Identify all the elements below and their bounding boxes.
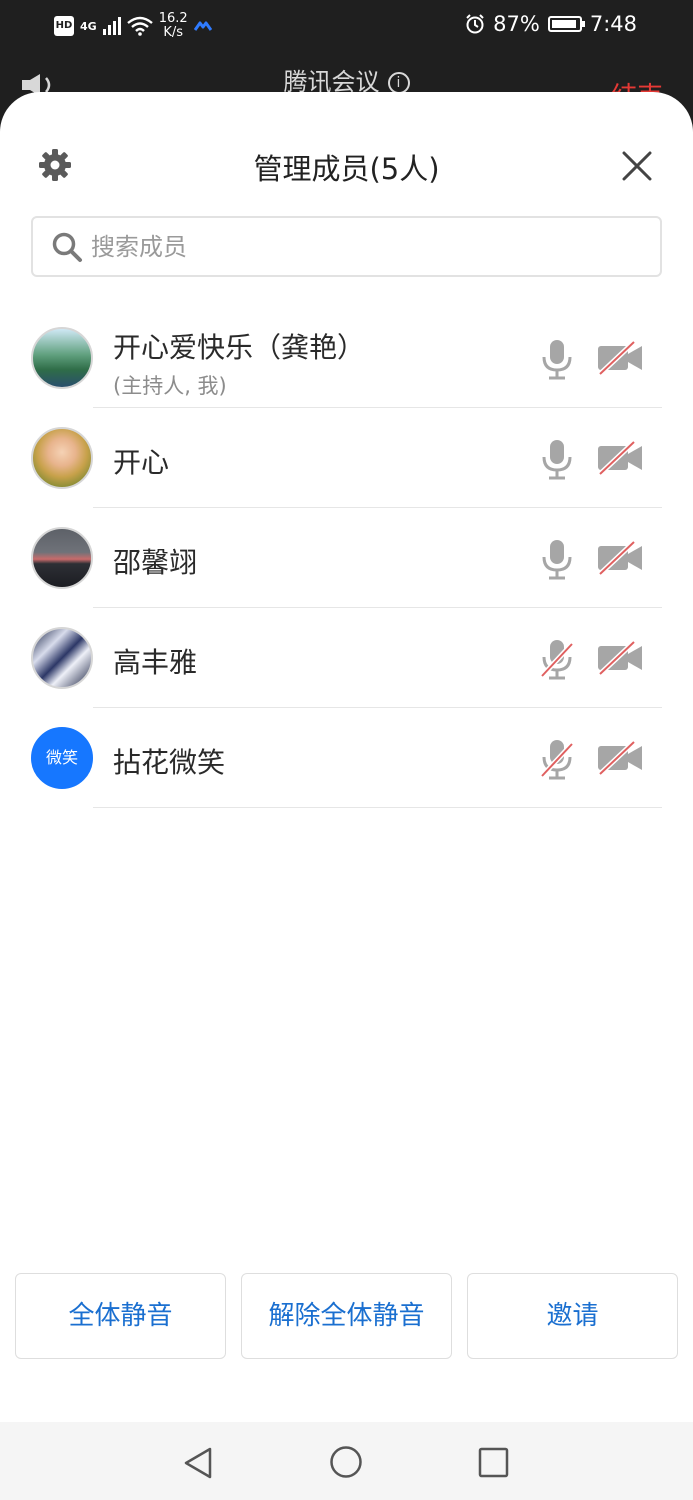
camera-off-icon[interactable] (596, 340, 646, 376)
system-nav-bar (0, 1422, 693, 1500)
mute-all-button[interactable]: 全体静音 (15, 1273, 226, 1359)
member-name: 开心爱快乐（龚艳） (113, 331, 366, 364)
avatar (31, 427, 93, 489)
avatar (31, 627, 93, 689)
member-row[interactable]: 邵馨翊 (0, 508, 693, 608)
camera-off-icon[interactable] (596, 640, 646, 676)
recent-apps-icon[interactable] (478, 1447, 509, 1478)
microphone-off-icon[interactable] (538, 638, 576, 680)
member-row[interactable]: 微笑 拈花微笑 (0, 708, 693, 808)
microphone-off-icon[interactable] (538, 738, 576, 780)
status-left: HD 4G 16.2 K/s (54, 12, 212, 40)
status-bar: HD 4G 16.2 K/s 87% 7:48 (0, 0, 693, 52)
home-icon[interactable] (329, 1445, 363, 1479)
search-input[interactable] (91, 232, 611, 261)
member-list: 开心爱快乐（龚艳） (主持人, 我) 开心 邵馨翊 高丰雅 微笑 拈花微笑 (0, 308, 693, 808)
camera-off-icon[interactable] (596, 540, 646, 576)
wifi-icon (126, 16, 153, 36)
camera-off-icon[interactable] (596, 440, 646, 476)
camera-off-icon[interactable] (596, 740, 646, 776)
net-speed: 16.2 K/s (159, 12, 188, 40)
member-row[interactable]: 高丰雅 (0, 608, 693, 708)
search-icon (52, 232, 82, 262)
net-speed-value: 16.2 (158, 11, 188, 26)
member-name: 邵馨翊 (113, 546, 198, 579)
avatar (31, 527, 93, 589)
network-type: 4G (80, 19, 97, 33)
member-row[interactable]: 开心爱快乐（龚艳） (主持人, 我) (0, 308, 693, 408)
search-box[interactable] (31, 216, 662, 277)
member-role: (主持人, 我) (113, 374, 227, 398)
member-name: 拈花微笑 (113, 746, 226, 779)
manage-members-sheet: 管理成员(5人) 开心爱快乐（龚艳） (主持人, 我) (0, 92, 693, 1500)
alarm-icon (466, 14, 484, 34)
battery-icon (547, 16, 585, 32)
member-row[interactable]: 开心 (0, 408, 693, 508)
microphone-on-icon[interactable] (538, 438, 576, 480)
net-speed-unit: K/s (163, 25, 183, 40)
microphone-on-icon[interactable] (538, 338, 576, 380)
info-icon[interactable]: i (387, 72, 410, 94)
close-icon[interactable] (621, 150, 653, 182)
avatar: 微笑 (31, 727, 93, 789)
screen: HD 4G 16.2 K/s 87% 7:48 腾讯会议 i 管理成员(5人) … (0, 0, 693, 1500)
signal-icon (102, 17, 121, 35)
unmute-all-button[interactable]: 解除全体静音 (241, 1273, 452, 1359)
avatar (31, 327, 93, 389)
action-bar: 全体静音 解除全体静音 邀请 (0, 1273, 693, 1359)
member-name: 开心 (113, 446, 170, 479)
clock: 7:48 (589, 12, 637, 36)
status-right: 87% 7:48 (465, 12, 637, 36)
back-icon[interactable] (182, 1446, 214, 1480)
microphone-on-icon[interactable] (538, 538, 576, 580)
divider (93, 807, 662, 808)
sheet-title: 管理成员(5人) (253, 152, 440, 186)
tencent-meeting-notification-icon (193, 21, 212, 31)
member-name: 高丰雅 (113, 646, 198, 679)
invite-button[interactable]: 邀请 (467, 1273, 678, 1359)
hd-icon: HD (54, 16, 74, 36)
battery-percent: 87% (493, 12, 540, 36)
